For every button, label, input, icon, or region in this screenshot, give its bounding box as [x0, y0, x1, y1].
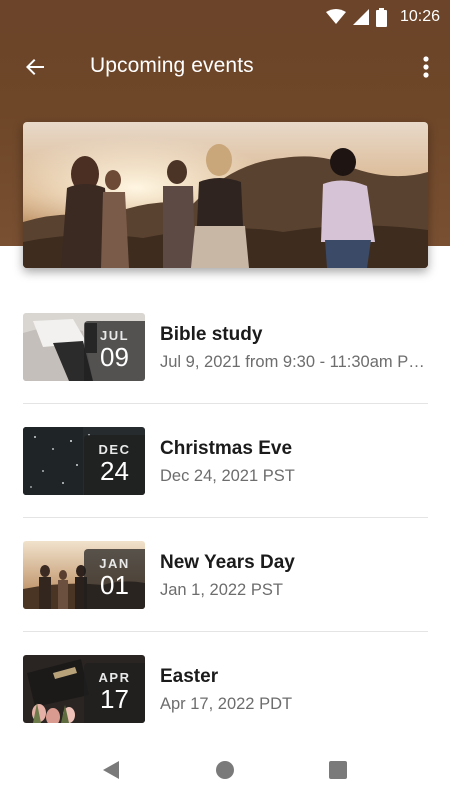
event-title: New Years Day	[160, 552, 295, 573]
date-badge: DEC 24	[84, 435, 145, 495]
hero-image	[23, 122, 428, 268]
system-nav-bar	[0, 740, 450, 800]
event-thumbnail: APR 17	[23, 655, 145, 723]
status-bar: 10:26	[0, 0, 450, 34]
event-thumbnail: JUL 09	[23, 313, 145, 381]
date-badge: JAN 01	[84, 549, 145, 609]
event-title: Christmas Eve	[160, 438, 293, 459]
date-badge: APR 17	[84, 663, 145, 723]
nav-home-icon	[216, 761, 234, 779]
event-date: Apr 17, 2022 PDT	[160, 695, 293, 713]
page-title: Upcoming events	[90, 54, 254, 77]
back-button[interactable]	[20, 52, 50, 82]
event-title: Bible study	[160, 324, 263, 345]
date-day: 24	[100, 456, 129, 486]
divider	[23, 517, 428, 518]
date-month: JUL	[99, 328, 130, 343]
event-title: Easter	[160, 666, 219, 687]
status-time: 10:26	[399, 8, 440, 25]
event-thumbnail: JAN 01	[23, 541, 145, 609]
nav-home-button[interactable]	[213, 758, 237, 782]
date-month: DEC	[98, 442, 131, 457]
date-month: JAN	[99, 556, 130, 571]
more-vert-icon	[423, 56, 429, 78]
status-icons: 10:26	[325, 6, 440, 28]
battery-icon	[375, 7, 387, 27]
nav-recents-button[interactable]	[326, 758, 350, 782]
event-date: Dec 24, 2021 PST	[160, 467, 295, 485]
date-day: 17	[100, 684, 129, 714]
event-item-new-years-day[interactable]: JAN 01 New Years Day Jan 1, 2022 PST	[0, 528, 450, 642]
divider	[23, 403, 428, 404]
wifi-icon	[325, 9, 346, 24]
nav-back-icon	[103, 761, 119, 779]
nav-recents-icon	[329, 761, 347, 779]
event-date: Jul 9, 2021 from 9:30 - 11:30am PDT	[160, 353, 430, 371]
app-bar: Upcoming events	[0, 34, 450, 98]
divider	[23, 631, 428, 632]
more-options-button[interactable]	[416, 52, 436, 82]
arrow-back-icon	[26, 59, 44, 75]
event-item-bible-study[interactable]: JUL 09 Bible study Jul 9, 2021 from 9:30…	[0, 300, 450, 414]
event-item-christmas-eve[interactable]: DEC 24 Christmas Eve Dec 24, 2021 PST	[0, 414, 450, 528]
date-month: APR	[98, 670, 131, 685]
nav-back-button[interactable]	[99, 758, 123, 782]
event-date: Jan 1, 2022 PST	[160, 581, 283, 599]
date-day: 01	[100, 570, 129, 600]
date-day: 09	[100, 342, 129, 372]
cell-signal-icon	[352, 9, 369, 25]
event-thumbnail: DEC 24	[23, 427, 145, 495]
event-item-easter[interactable]: APR 17 Easter Apr 17, 2022 PDT	[0, 642, 450, 756]
date-badge: JUL 09	[84, 321, 145, 381]
